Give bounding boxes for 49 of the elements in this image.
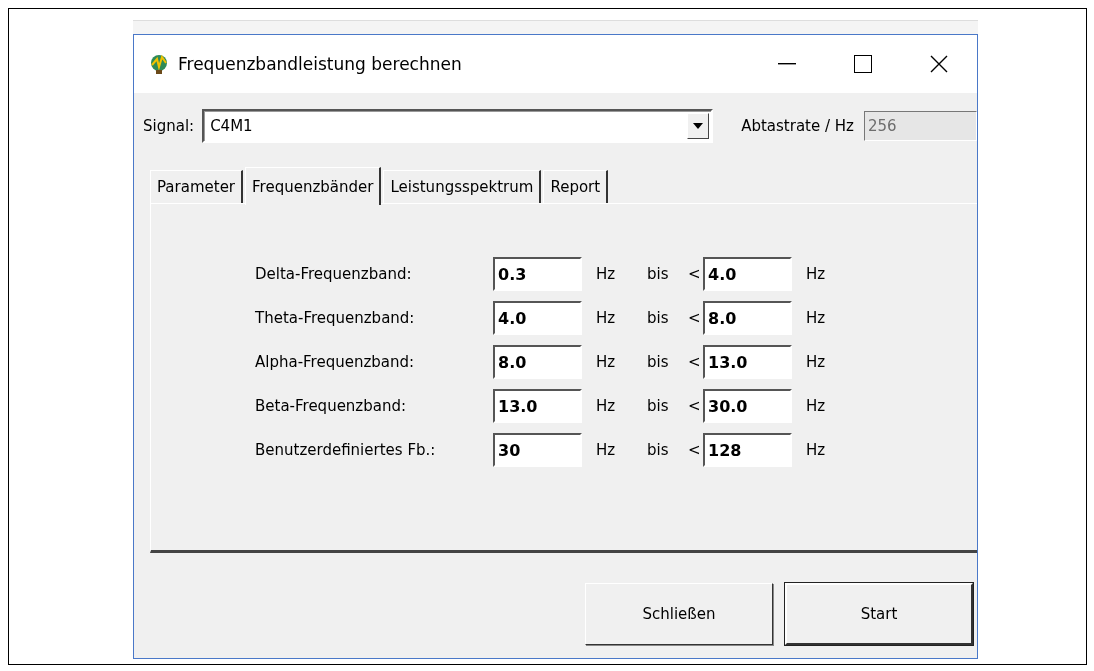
less-than-sign: < bbox=[688, 397, 702, 415]
unit-label: Hz bbox=[596, 265, 617, 283]
less-than-sign: < bbox=[688, 441, 702, 459]
unit-label: Hz bbox=[806, 353, 827, 371]
from-field[interactable]: 13.0 bbox=[493, 389, 582, 423]
unit-label: Hz bbox=[596, 309, 617, 327]
close-dialog-button[interactable]: Schließen bbox=[585, 583, 773, 645]
bis-label: bis bbox=[647, 353, 670, 371]
bis-label: bis bbox=[647, 441, 670, 459]
from-field[interactable]: 0.3 bbox=[493, 257, 582, 291]
less-than-sign: < bbox=[688, 353, 702, 371]
tab[interactable]: Report bbox=[543, 170, 609, 203]
unit-label: Hz bbox=[596, 353, 617, 371]
unit-label: Hz bbox=[596, 397, 617, 415]
tab[interactable]: Frequenzbänder bbox=[245, 167, 382, 205]
band-label: Delta-Frequenzband: bbox=[255, 265, 413, 283]
band-label: Alpha-Frequenzband: bbox=[255, 353, 416, 371]
unit-label: Hz bbox=[806, 441, 827, 459]
less-than-sign: < bbox=[688, 309, 702, 327]
to-field[interactable]: 30.0 bbox=[703, 389, 792, 423]
minimize-icon[interactable] bbox=[778, 63, 796, 65]
tab[interactable]: Parameter bbox=[150, 170, 244, 203]
signal-label: Signal: bbox=[143, 117, 195, 135]
window-title: Frequenzbandleistung berechnen bbox=[178, 54, 463, 74]
unit-label: Hz bbox=[806, 309, 827, 327]
to-field[interactable]: 8.0 bbox=[703, 301, 792, 335]
unit-label: Hz bbox=[806, 265, 827, 283]
to-field[interactable]: 128 bbox=[703, 433, 792, 467]
unit-label: Hz bbox=[596, 441, 617, 459]
maximize-icon[interactable] bbox=[854, 55, 872, 73]
close-icon[interactable] bbox=[930, 55, 948, 73]
bis-label: bis bbox=[647, 265, 670, 283]
bis-label: bis bbox=[647, 397, 670, 415]
start-button[interactable]: Start bbox=[785, 583, 973, 645]
to-field[interactable]: 13.0 bbox=[703, 345, 792, 379]
band-label: Theta-Frequenzband: bbox=[255, 309, 416, 327]
app-icon bbox=[148, 53, 170, 75]
sample-rate-label: Abtastrate / Hz bbox=[741, 117, 854, 135]
tab[interactable]: Leistungsspektrum bbox=[383, 170, 542, 203]
from-field[interactable]: 8.0 bbox=[493, 345, 582, 379]
from-field[interactable]: 4.0 bbox=[493, 301, 582, 335]
signal-dropdown[interactable]: C4M1 bbox=[202, 109, 714, 143]
band-label: Benutzerdefiniertes Fb.: bbox=[255, 441, 437, 459]
from-field[interactable]: 30 bbox=[493, 433, 582, 467]
band-label: Beta-Frequenzband: bbox=[255, 397, 408, 415]
less-than-sign: < bbox=[688, 265, 702, 283]
bis-label: bis bbox=[647, 309, 670, 327]
unit-label: Hz bbox=[806, 397, 827, 415]
to-field[interactable]: 4.0 bbox=[703, 257, 792, 291]
